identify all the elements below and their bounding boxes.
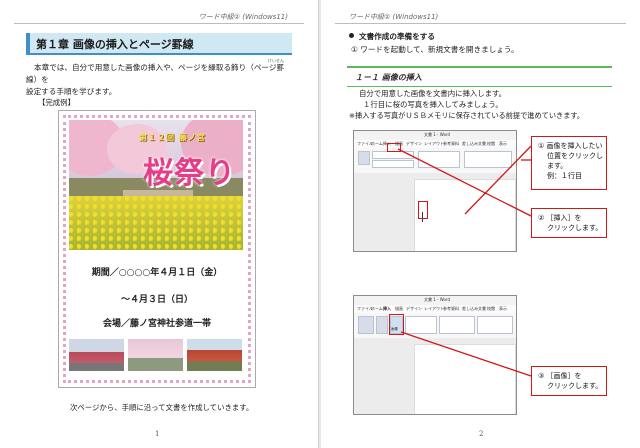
- poster-thumbnails: [69, 339, 243, 371]
- example-poster: 第１２回 藤ノ宮 桜祭り 期間／○○○○年４月１日（金） ～４月３日（日） 会場…: [58, 110, 256, 388]
- page-number: 1: [155, 430, 160, 438]
- page-number: 2: [479, 430, 484, 438]
- book-spread: ワード中級② (Windows11) 第１章 画像の挿入とページ罫線 けいせん …: [0, 0, 640, 448]
- poster-venue: 会場／藤ノ宮神社参道一帯: [102, 319, 211, 329]
- outro-text: 次ページから、手順に沿って文書を作成していきます。: [70, 403, 254, 412]
- intro-line-1: 本章では、自分で用意した画像の挿入や、ページを縁取る飾り（ページ罫線）を: [26, 63, 285, 84]
- poster-subtitle: 第１２回 藤ノ宮: [139, 132, 206, 142]
- thumbnail-shrine-photo: [187, 339, 242, 371]
- chapter-title-bar: 第１章 画像の挿入とページ罫線: [26, 33, 292, 55]
- leader-line-1: [464, 145, 532, 215]
- chapter-title: 第１章 画像の挿入とページ罫線: [36, 38, 194, 51]
- callout-leader-lines: [397, 145, 532, 377]
- poster-period-line-1: 期間／○○○○年４月１日（金）: [91, 268, 223, 278]
- thumbnail-train-photo: [69, 339, 124, 371]
- header-rule: [14, 23, 304, 24]
- left-page: ワード中級② (Windows11) 第１章 画像の挿入とページ罫線 けいせん …: [0, 0, 319, 448]
- leader-line-3: [400, 331, 532, 377]
- page-header: ワード中級② (Windows11): [198, 13, 288, 21]
- thumbnail-sakura-path-photo: [128, 339, 183, 371]
- poster-period-line-2: ～４月３日（日）: [120, 295, 193, 305]
- cherry-blossom-photo: 第１２回 藤ノ宮 桜祭り: [69, 120, 243, 250]
- right-page: ワード中級② (Windows11) 文書作成の準備をする ① ワードを起動して…: [321, 0, 640, 448]
- example-label: 【完成例】: [38, 98, 75, 107]
- intro-paragraph: 本章では、自分で用意した画像の挿入や、ページを縁取る飾り（ページ罫線）を 設定す…: [26, 62, 291, 98]
- poster-main-title: 桜祭り: [143, 156, 236, 191]
- leader-line-2: [397, 148, 532, 217]
